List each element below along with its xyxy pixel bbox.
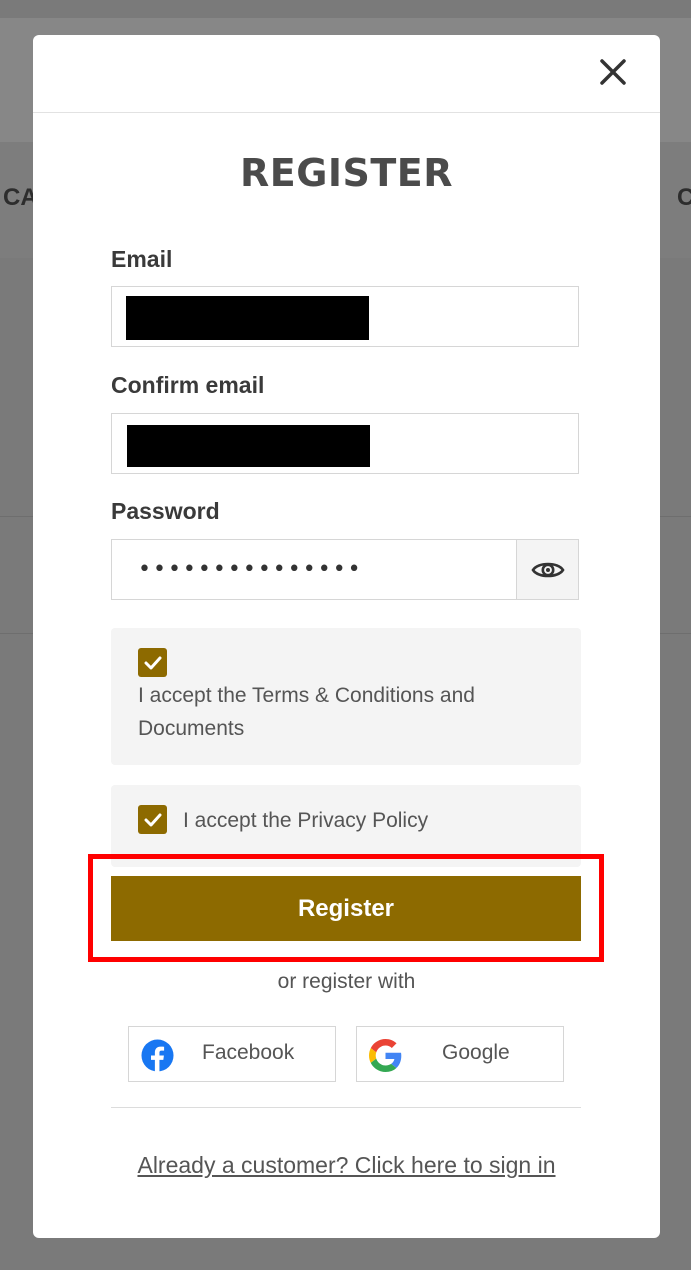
facebook-icon bbox=[141, 1039, 174, 1072]
google-label: Google bbox=[442, 1041, 510, 1064]
terms-checkbox[interactable] bbox=[138, 648, 167, 677]
page-title: REGISTER bbox=[239, 151, 454, 195]
terms-consent-box: I accept the Terms & Conditions and Docu… bbox=[111, 628, 581, 765]
google-button[interactable]: Google bbox=[356, 1026, 564, 1082]
eye-icon bbox=[530, 562, 565, 577]
check-icon bbox=[144, 813, 161, 826]
show-password-button[interactable] bbox=[516, 540, 578, 599]
sign-in-link[interactable]: Already a customer? Click here to sign i… bbox=[33, 1152, 660, 1179]
close-button[interactable] bbox=[594, 53, 632, 91]
register-modal: REGISTER Email Confirm email Password I … bbox=[33, 35, 660, 1238]
redacted-confirm-email-value bbox=[127, 425, 370, 467]
email-label: Email bbox=[111, 246, 173, 272]
confirm-email-field[interactable] bbox=[111, 413, 579, 474]
privacy-label: I accept the Privacy Policy bbox=[183, 809, 429, 832]
divider bbox=[111, 1107, 581, 1108]
password-label: Password bbox=[111, 498, 220, 524]
or-register-with-text: or register with bbox=[277, 970, 416, 993]
google-icon bbox=[369, 1039, 402, 1072]
facebook-button[interactable]: Facebook bbox=[128, 1026, 336, 1082]
check-icon bbox=[144, 656, 161, 669]
terms-label: I accept the Terms & Conditions and Docu… bbox=[138, 684, 475, 740]
background-nav-item-right: C bbox=[677, 184, 691, 211]
register-button[interactable]: Register bbox=[111, 876, 581, 941]
password-field-wrapper bbox=[111, 539, 579, 600]
redacted-email-value bbox=[126, 296, 369, 340]
email-field[interactable] bbox=[111, 286, 579, 347]
confirm-email-label: Confirm email bbox=[111, 372, 265, 398]
facebook-label: Facebook bbox=[202, 1041, 295, 1064]
privacy-checkbox[interactable] bbox=[138, 805, 167, 834]
close-icon bbox=[600, 59, 626, 85]
password-field[interactable] bbox=[112, 540, 518, 599]
modal-header bbox=[33, 35, 660, 113]
